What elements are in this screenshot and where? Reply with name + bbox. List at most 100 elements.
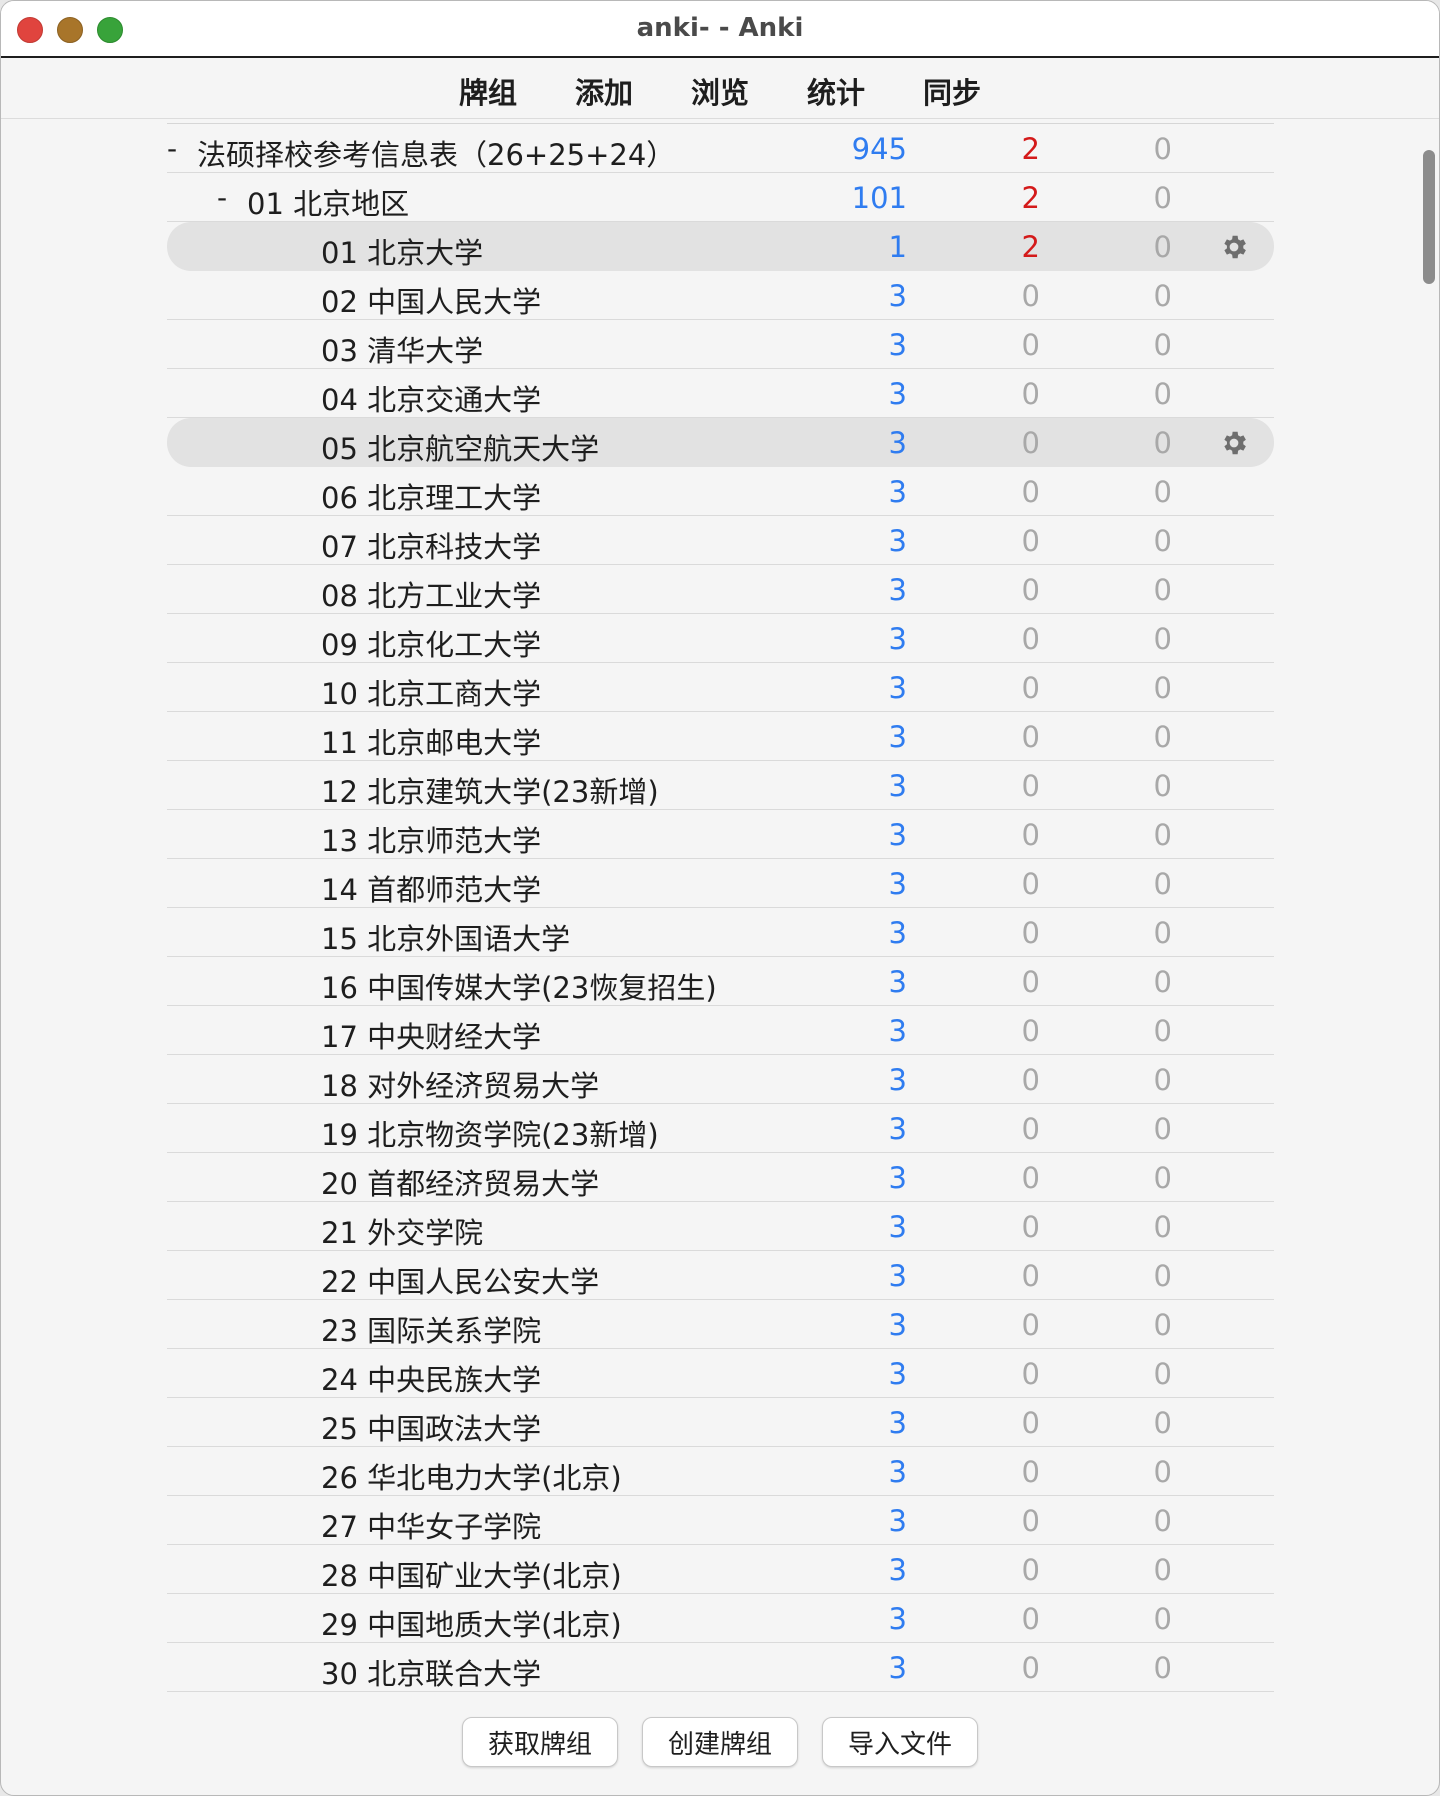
- deck-row[interactable]: 14 首都师范大学 3 0 0: [167, 859, 1274, 908]
- deck-name[interactable]: 26 华北电力大学(北京): [321, 1455, 622, 1497]
- deck-name[interactable]: 09 北京化工大学: [321, 622, 541, 664]
- deck-name[interactable]: 18 对外经济贸易大学: [321, 1063, 599, 1105]
- deck-name[interactable]: 10 北京工商大学: [321, 671, 541, 713]
- learn-count: 0: [1021, 867, 1040, 901]
- review-count: 0: [1153, 328, 1172, 362]
- deck-name[interactable]: 27 中华女子学院: [321, 1504, 541, 1546]
- deck-row[interactable]: 30 北京联合大学 3 0 0: [167, 1643, 1274, 1692]
- deck-row[interactable]: 17 中央财经大学 3 0 0: [167, 1006, 1274, 1055]
- deck-name[interactable]: 16 中国传媒大学(23恢复招生): [321, 965, 717, 1007]
- deck-row[interactable]: 05 北京航空航天大学 3 0 0: [167, 418, 1274, 467]
- deck-list: - 法硕择校参考信息表（26+25+24） 945 2 0-01 北京地区 101 2 0 01…: [167, 123, 1274, 1692]
- deck-row[interactable]: 27 中华女子学院 3 0 0: [167, 1496, 1274, 1545]
- deck-row[interactable]: 22 中国人民公安大学 3 0 0: [167, 1251, 1274, 1300]
- deck-row[interactable]: 03 清华大学 3 0 0: [167, 320, 1274, 369]
- deck-name[interactable]: 30 北京联合大学: [321, 1651, 541, 1693]
- new-count: 3: [888, 1259, 907, 1293]
- deck-name[interactable]: 13 北京师范大学: [321, 818, 541, 860]
- deck-row[interactable]: 13 北京师范大学 3 0 0: [167, 810, 1274, 859]
- collapse-toggle[interactable]: -: [217, 181, 227, 214]
- deck-row[interactable]: 06 北京理工大学 3 0 0: [167, 467, 1274, 516]
- review-count: 0: [1153, 181, 1172, 215]
- learn-count: 0: [1021, 916, 1040, 950]
- deck-row[interactable]: 11 北京邮电大学 3 0 0: [167, 712, 1274, 761]
- new-count: 3: [888, 573, 907, 607]
- deck-row[interactable]: 16 中国传媒大学(23恢复招生) 3 0 0: [167, 957, 1274, 1006]
- gear-icon[interactable]: [1219, 232, 1249, 262]
- deck-row[interactable]: 04 北京交通大学 3 0 0: [167, 369, 1274, 418]
- new-count: 3: [888, 377, 907, 411]
- toolbar-sync[interactable]: 同步: [923, 66, 981, 116]
- learn-count: 0: [1021, 573, 1040, 607]
- deck-row[interactable]: 21 外交学院 3 0 0: [167, 1202, 1274, 1251]
- deck-row[interactable]: 25 中国政法大学 3 0 0: [167, 1398, 1274, 1447]
- deck-name[interactable]: 07 北京科技大学: [321, 524, 541, 566]
- scrollbar-thumb[interactable]: [1423, 150, 1435, 284]
- toolbar-stats[interactable]: 统计: [807, 66, 865, 116]
- deck-row[interactable]: 01 北京大学 1 2 0: [167, 222, 1274, 271]
- toolbar-browse[interactable]: 浏览: [691, 66, 749, 116]
- review-count: 0: [1153, 769, 1172, 803]
- deck-row[interactable]: 12 北京建筑大学(23新增) 3 0 0: [167, 761, 1274, 810]
- deck-row[interactable]: 07 北京科技大学 3 0 0: [167, 516, 1274, 565]
- collapse-toggle[interactable]: -: [167, 132, 177, 165]
- deck-name[interactable]: 14 首都师范大学: [321, 867, 541, 909]
- learn-count: 0: [1021, 426, 1040, 460]
- deck-row[interactable]: 26 华北电力大学(北京) 3 0 0: [167, 1447, 1274, 1496]
- deck-name[interactable]: 29 中国地质大学(北京): [321, 1602, 622, 1644]
- deck-row[interactable]: -01 北京地区 101 2 0: [167, 173, 1274, 222]
- deck-name[interactable]: 28 中国矿业大学(北京): [321, 1553, 622, 1595]
- deck-name[interactable]: 11 北京邮电大学: [321, 720, 541, 762]
- deck-row[interactable]: 23 国际关系学院 3 0 0: [167, 1300, 1274, 1349]
- deck-name[interactable]: 19 北京物资学院(23新增): [321, 1112, 659, 1154]
- review-count: 0: [1153, 230, 1172, 264]
- gear-icon[interactable]: [1219, 428, 1249, 458]
- deck-row[interactable]: 24 中央民族大学 3 0 0: [167, 1349, 1274, 1398]
- review-count: 0: [1153, 671, 1172, 705]
- deck-row[interactable]: 28 中国矿业大学(北京) 3 0 0: [167, 1545, 1274, 1594]
- deck-name[interactable]: 21 外交学院: [321, 1210, 483, 1252]
- deck-name[interactable]: 08 北方工业大学: [321, 573, 541, 615]
- deck-row[interactable]: 09 北京化工大学 3 0 0: [167, 614, 1274, 663]
- learn-count: 0: [1021, 1063, 1040, 1097]
- deck-row[interactable]: 29 中国地质大学(北京) 3 0 0: [167, 1594, 1274, 1643]
- deck-row[interactable]: 19 北京物资学院(23新增) 3 0 0: [167, 1104, 1274, 1153]
- deck-row[interactable]: 02 中国人民大学 3 0 0: [167, 271, 1274, 320]
- deck-row[interactable]: - 法硕择校参考信息表（26+25+24） 945 2 0: [167, 124, 1274, 173]
- deck-name[interactable]: 01 北京地区: [247, 181, 409, 223]
- deck-row[interactable]: 18 对外经济贸易大学 3 0 0: [167, 1055, 1274, 1104]
- deck-row[interactable]: 10 北京工商大学 3 0 0: [167, 663, 1274, 712]
- deck-name[interactable]: 02 中国人民大学: [321, 279, 541, 321]
- learn-count: 0: [1021, 1553, 1040, 1587]
- create-deck-button[interactable]: 创建牌组: [641, 1717, 798, 1767]
- new-count: 3: [888, 720, 907, 754]
- deck-name[interactable]: 05 北京航空航天大学: [321, 426, 599, 468]
- deck-row[interactable]: 15 北京外国语大学 3 0 0: [167, 908, 1274, 957]
- deck-name[interactable]: 04 北京交通大学: [321, 377, 541, 419]
- review-count: 0: [1153, 1504, 1172, 1538]
- toolbar-decks[interactable]: 牌组: [459, 66, 517, 116]
- deck-name[interactable]: 12 北京建筑大学(23新增): [321, 769, 659, 811]
- import-file-button[interactable]: 导入文件: [822, 1717, 979, 1767]
- deck-name[interactable]: 15 北京外国语大学: [321, 916, 570, 958]
- new-count: 1: [888, 230, 907, 264]
- toolbar-add[interactable]: 添加: [575, 66, 633, 116]
- deck-name[interactable]: 23 国际关系学院: [321, 1308, 541, 1350]
- deck-name[interactable]: 03 清华大学: [321, 328, 483, 370]
- deck-name[interactable]: 20 首都经济贸易大学: [321, 1161, 599, 1203]
- deck-name[interactable]: 06 北京理工大学: [321, 475, 541, 517]
- deck-name[interactable]: 法硕择校参考信息表（26+25+24）: [197, 132, 675, 174]
- deck-name[interactable]: 01 北京大学: [321, 230, 483, 272]
- deck-row[interactable]: 08 北方工业大学 3 0 0: [167, 565, 1274, 614]
- deck-name[interactable]: 22 中国人民公安大学: [321, 1259, 599, 1301]
- review-count: 0: [1153, 1014, 1172, 1048]
- deck-row[interactable]: 20 首都经济贸易大学 3 0 0: [167, 1153, 1274, 1202]
- get-shared-decks-button[interactable]: 获取牌组: [461, 1717, 618, 1767]
- new-count: 3: [888, 916, 907, 950]
- deck-name[interactable]: 25 中国政法大学: [321, 1406, 541, 1448]
- deck-name[interactable]: 24 中央民族大学: [321, 1357, 541, 1399]
- new-count: 3: [888, 1553, 907, 1587]
- review-count: 0: [1153, 1406, 1172, 1440]
- deck-name[interactable]: 17 中央财经大学: [321, 1014, 541, 1056]
- new-count: 3: [888, 1651, 907, 1685]
